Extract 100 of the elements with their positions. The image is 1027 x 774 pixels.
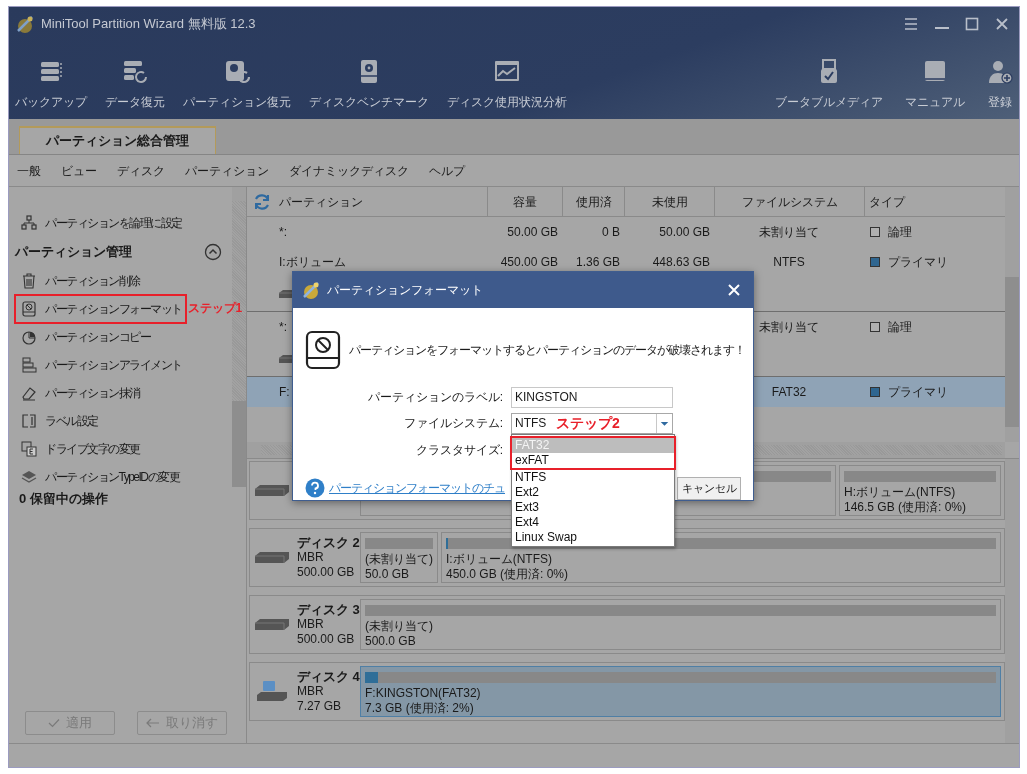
- window-title: MiniTool Partition Wizard 無料版 12.3: [41, 15, 256, 34]
- dropdown-option[interactable]: Ext2: [512, 485, 674, 500]
- menu-item[interactable]: ビュー: [61, 161, 97, 180]
- toolbar-button[interactable]: ブータブルメディア: [769, 59, 889, 111]
- partition-size: 500.0 GB: [365, 634, 417, 649]
- toolbar-button[interactable]: バックアップ: [9, 59, 93, 111]
- partition-size: 7.3 GB (使用済: 2%): [365, 701, 475, 716]
- sidebar-item[interactable]: パーティション抹消: [45, 384, 140, 402]
- partition-size: 50.0 GB: [365, 567, 411, 582]
- sidebar-item[interactable]: パーティションTypeIDの変更: [45, 468, 179, 486]
- table-cell-text: NTFS: [773, 254, 805, 271]
- column-header[interactable]: 使用済: [562, 187, 624, 216]
- sidebar-item[interactable]: ラベル設定: [45, 412, 98, 430]
- partition-name: (未割り当て): [365, 552, 433, 567]
- close-icon[interactable]: [727, 283, 741, 297]
- toolbar-button[interactable]: データ復元: [99, 59, 171, 111]
- refresh-icon[interactable]: [253, 192, 271, 211]
- menu-item[interactable]: ヘルプ: [429, 161, 465, 180]
- sidebar-item[interactable]: パーティションコピー: [45, 328, 150, 346]
- table-cell-text: 論理: [888, 319, 912, 336]
- menu-item[interactable]: ディスク: [117, 161, 165, 180]
- column-header[interactable]: 未使用: [624, 187, 714, 216]
- minimize-icon: [935, 27, 949, 29]
- table-cell-text: FAT32: [771, 384, 807, 401]
- sidebar-item[interactable]: パーティションアライメント: [45, 356, 182, 374]
- app-logo-icon: [15, 14, 35, 34]
- app-logo-icon: [301, 280, 321, 300]
- disk-capacity: 500.00 GB: [297, 565, 356, 580]
- sidebar-item[interactable]: パーティション削除: [45, 272, 140, 290]
- table-cell-text: I:ボリューム: [279, 254, 346, 271]
- scrollbar[interactable]: [1005, 459, 1019, 743]
- partition-block[interactable]: (未割り当て) 500.0 GB: [360, 599, 1001, 650]
- group-header: パーティション管理: [15, 243, 133, 262]
- align-icon: [21, 357, 37, 373]
- partition-name: (未割り当て): [365, 619, 434, 634]
- dropdown-option[interactable]: NTFS: [512, 470, 674, 485]
- partition-name: H:ボリューム(NTFS): [844, 485, 957, 500]
- cancel-button[interactable]: キャンセル: [677, 477, 741, 500]
- table-cell-text: 論理: [888, 224, 912, 241]
- partition-block[interactable]: (未割り当て) 50.0 GB: [360, 532, 438, 583]
- table-cell-text: 448.63 GB: [652, 254, 710, 271]
- table-cell-text: 450.00 GB: [500, 254, 558, 271]
- disk-restore-icon: [224, 59, 250, 85]
- dialog-title: パーティションフォーマット: [327, 282, 484, 299]
- disk-scheme: MBR: [297, 550, 325, 565]
- table-cell-text: 50.00 GB: [507, 224, 558, 241]
- toolbar-button[interactable]: ディスクベンチマーク: [303, 59, 435, 111]
- dropdown-option[interactable]: Linux Swap: [512, 530, 674, 545]
- table-cell-text: 1.36 GB: [575, 254, 620, 271]
- column-header[interactable]: 容量: [487, 187, 562, 216]
- maximize-icon: [965, 17, 979, 31]
- close-icon: [995, 17, 1009, 31]
- step-label: ステップ1: [187, 300, 243, 317]
- toolbar-button[interactable]: 登録: [981, 59, 1019, 111]
- disk-scheme: MBR: [297, 617, 325, 632]
- menu-item[interactable]: 一般: [17, 161, 41, 180]
- table-cell-text: 未割り当て: [759, 319, 819, 336]
- toolbar-button[interactable]: ディスク使用状況分析: [441, 59, 573, 111]
- dropdown-option[interactable]: Ext3: [512, 500, 674, 515]
- table-cell-text: プライマリ: [888, 254, 948, 271]
- pending-operations: 0 保留中の操作: [18, 490, 109, 508]
- disk-capacity: 500.00 GB: [297, 632, 356, 647]
- partition-block[interactable]: H:ボリューム(NTFS) 146.5 GB (使用済: 0%): [839, 465, 1001, 516]
- sidebar-item[interactable]: パーティションを論理に設定: [45, 214, 182, 232]
- toolbar-button[interactable]: パーティション復元: [177, 59, 297, 111]
- table-row[interactable]: *: 未割り当て 論理: [247, 312, 1005, 342]
- column-header[interactable]: パーティション: [277, 187, 487, 216]
- warning-text: パーティションをフォーマットするとパーティションのデータが破壊されます！: [349, 342, 745, 359]
- menu-item[interactable]: ダイナミックディスク: [289, 161, 409, 180]
- tab[interactable]: パーティション総合管理: [19, 126, 216, 154]
- table-row[interactable]: I:ボリューム 450.00 GB 1.36 GB 448.63 GB NTFS プライマリ: [247, 247, 1005, 277]
- table-cell-text: 50.00 GB: [659, 224, 710, 241]
- step-label: ステップ2: [556, 415, 620, 432]
- table-cell-text: *:: [279, 319, 287, 336]
- help-link[interactable]: パーティションフォーマットのチュ: [329, 479, 505, 498]
- table-cell-text: *:: [279, 224, 287, 241]
- partition-block[interactable]: F:KINGSTON(FAT32) 7.3 GB (使用済: 2%): [360, 666, 1001, 717]
- disk-capacity: 7.27 GB: [297, 699, 343, 714]
- sidebar-item[interactable]: パーティションフォーマット: [45, 300, 182, 318]
- partition-name: F:KINGSTON(FAT32): [365, 686, 482, 701]
- table-cell-text: 未割り当て: [759, 224, 819, 241]
- column-header[interactable]: ファイルシステム: [714, 187, 864, 216]
- tree-icon: [21, 215, 37, 231]
- checkmark-icon: [48, 718, 60, 728]
- trash-icon: [21, 273, 37, 289]
- field-label: パーティションのラベル:: [366, 389, 503, 407]
- table-row[interactable]: *: 50.00 GB 0 B 50.00 GB 未割り当て 論理: [247, 217, 1005, 247]
- disk-scheme: MBR: [297, 684, 325, 699]
- text-field[interactable]: KINGSTON: [511, 386, 673, 408]
- collapse-icon[interactable]: [204, 243, 222, 261]
- scrollbar[interactable]: [1005, 187, 1019, 442]
- disk-name: ディスク 4: [297, 669, 360, 684]
- label-icon: [21, 413, 37, 429]
- partition-size: 146.5 GB (使用済: 0%): [844, 500, 968, 515]
- table-cell-text: 0 B: [602, 224, 620, 241]
- sidebar-item[interactable]: ドライブ文字の変更: [45, 440, 140, 458]
- dropdown-option[interactable]: Ext4: [512, 515, 674, 530]
- dropdown-option[interactable]: exFAT: [512, 453, 674, 468]
- toolbar-button[interactable]: マニュアル: [899, 59, 971, 111]
- menu-item[interactable]: パーティション: [185, 161, 269, 180]
